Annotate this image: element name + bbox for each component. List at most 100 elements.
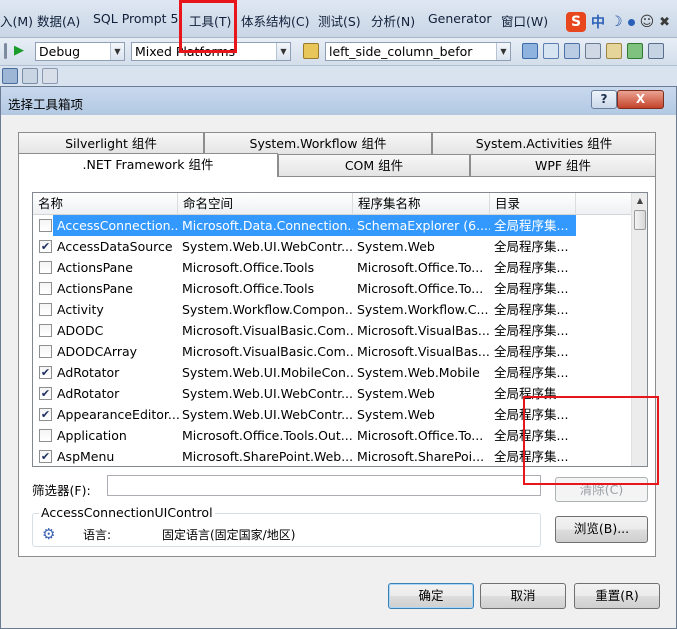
list-item[interactable]: Activity System.Workflow.Compon... System.…	[33, 299, 631, 320]
column-header-directory[interactable]: 目录	[490, 193, 576, 215]
start-debug-icon[interactable]: ▶	[14, 43, 30, 59]
properties-icon[interactable]	[543, 43, 559, 59]
ime-mode-chinese[interactable]: 中	[591, 12, 605, 32]
menu-item-generator[interactable]: Generator	[428, 11, 491, 26]
item-namespace: System.Workflow.Compon...	[182, 302, 353, 317]
toolbox-icon[interactable]	[585, 43, 601, 59]
solution-explorer-icon[interactable]	[522, 43, 538, 59]
item-directory: 全局程序集...	[494, 302, 569, 317]
object-browser-icon[interactable]	[564, 43, 580, 59]
filter-input[interactable]	[107, 475, 541, 496]
menu-item-sql-prompt[interactable]: SQL Prompt 5	[93, 11, 178, 26]
column-header-name[interactable]: 名称	[33, 193, 178, 215]
start-page-icon[interactable]	[648, 43, 664, 59]
item-namespace: Microsoft.Office.Tools	[182, 260, 315, 275]
chevron-down-icon[interactable]: ▼	[276, 43, 290, 60]
item-directory: 全局程序集...	[494, 323, 569, 338]
find-in-files-icon[interactable]	[303, 43, 319, 59]
ok-button[interactable]: 确定	[388, 583, 474, 609]
chevron-down-icon[interactable]: ▼	[110, 43, 124, 60]
item-directory: 全局程序集...	[494, 344, 569, 359]
menu-item-insert[interactable]: 入(M)	[0, 11, 33, 30]
list-item[interactable]: AccessConnection... Microsoft.Data.Connec…	[33, 215, 631, 236]
list-item[interactable]: ActionsPane Microsoft.Office.Tools Microso…	[33, 278, 631, 299]
item-checkbox[interactable]	[39, 219, 52, 232]
solution-config-combo[interactable]: Debug ▼	[35, 42, 125, 61]
item-checkbox[interactable]	[39, 303, 52, 316]
selected-item-info-group: AccessConnectionUIControl ⚙ 语言: 固定语言(固定国…	[32, 505, 541, 547]
list-item[interactable]: ✔ AdRotator System.Web.UI.WebContr... Syste…	[33, 383, 631, 404]
toolbar-icon[interactable]	[22, 68, 38, 84]
clear-button[interactable]: 清除(C)	[555, 477, 648, 502]
list-item[interactable]: ✔ AppearanceEditor... System.Web.UI.WebCon…	[33, 404, 631, 425]
toolbar-grip-icon	[4, 43, 7, 59]
toolbar-icon[interactable]	[42, 68, 58, 84]
menu-bar: 入(M) 数据(A) SQL Prompt 5 工具(T) 体系结构(C) 测试…	[0, 0, 677, 38]
menu-item-data[interactable]: 数据(A)	[37, 11, 80, 30]
tab-system-activities[interactable]: System.Activities 组件	[432, 132, 656, 154]
item-assembly: System.Web.Mobile	[357, 365, 480, 380]
list-item[interactable]: Application Microsoft.Office.Tools.Out...…	[33, 425, 631, 446]
item-checkbox[interactable]: ✔	[39, 387, 52, 400]
emoji-smile-icon[interactable]: ☺	[640, 14, 655, 30]
vertical-scrollbar[interactable]: ▲	[631, 193, 647, 466]
chevron-down-icon[interactable]: ▼	[496, 43, 510, 60]
find-combo[interactable]: left_side_column_befor ▼	[325, 42, 511, 61]
item-namespace: System.Web.UI.WebContr...	[182, 407, 353, 422]
help-button[interactable]: ?	[591, 90, 617, 109]
cancel-button[interactable]: 取消	[480, 583, 566, 609]
half-width-moon-icon[interactable]: ☽	[610, 14, 623, 30]
dialog-titlebar[interactable]: 选择工具箱项 ? X	[1, 87, 676, 115]
menu-item-window[interactable]: 窗口(W)	[501, 11, 548, 30]
component-list[interactable]: 名称 命名空间 程序集名称 目录 AccessConnection... Micr…	[32, 192, 648, 467]
sogou-logo-icon[interactable]: S	[566, 12, 586, 32]
item-checkbox[interactable]: ✔	[39, 450, 52, 463]
close-button[interactable]: X	[617, 90, 664, 109]
menu-item-test[interactable]: 测试(S)	[318, 11, 361, 30]
item-namespace: Microsoft.SharePoint.Web...	[182, 449, 353, 464]
punctuation-dot-icon[interactable]	[627, 18, 635, 26]
tab-wpf[interactable]: WPF 组件	[470, 154, 656, 176]
list-item[interactable]: ✔ AccessDataSource System.Web.UI.WebContr.…	[33, 236, 631, 257]
platform-combo[interactable]: Mixed Platforms ▼	[131, 42, 291, 61]
item-checkbox[interactable]	[39, 345, 52, 358]
tab-com[interactable]: COM 组件	[278, 154, 470, 176]
tab-dotnet-framework[interactable]: .NET Framework 组件	[18, 153, 278, 177]
item-checkbox[interactable]: ✔	[39, 366, 52, 379]
filter-label: 筛选器(F):	[32, 483, 91, 498]
list-item[interactable]: ✔ AdRotator System.Web.UI.MobileCon... Syst…	[33, 362, 631, 383]
menu-item-architecture[interactable]: 体系结构(C)	[241, 11, 309, 30]
item-assembly: Microsoft.Office.To...	[357, 281, 484, 296]
column-header-assembly[interactable]: 程序集名称	[353, 193, 490, 215]
item-directory: 全局程序集...	[494, 449, 569, 464]
scroll-thumb[interactable]	[634, 210, 646, 230]
browse-button[interactable]: 浏览(B)...	[555, 516, 648, 543]
column-header-namespace[interactable]: 命名空间	[178, 193, 353, 215]
item-assembly: Microsoft.Office.To...	[357, 428, 484, 443]
item-namespace: System.Web.UI.WebContr...	[182, 239, 353, 254]
item-checkbox[interactable]: ✔	[39, 240, 52, 253]
wrench-icon[interactable]	[606, 43, 622, 59]
item-namespace: System.Web.UI.WebContr...	[182, 386, 353, 401]
item-assembly: Microsoft.VisualBas...	[357, 344, 490, 359]
extension-manager-icon[interactable]	[627, 43, 643, 59]
item-checkbox[interactable]	[39, 429, 52, 442]
tab-system-workflow[interactable]: System.Workflow 组件	[204, 132, 432, 154]
menu-item-tools[interactable]: 工具(T)	[189, 11, 231, 30]
ime-tools-icon[interactable]: ✖	[659, 15, 670, 30]
reset-button[interactable]: 重置(R)	[574, 583, 660, 609]
menu-item-analyze[interactable]: 分析(N)	[371, 11, 415, 30]
item-checkbox[interactable]	[39, 261, 52, 274]
scroll-up-arrow-icon[interactable]: ▲	[632, 193, 647, 209]
list-rows: AccessConnection... Microsoft.Data.Connec…	[33, 215, 631, 466]
item-checkbox[interactable]	[39, 324, 52, 337]
list-item[interactable]: ✔ AspMenu Microsoft.SharePoint.Web... Micro…	[33, 446, 631, 466]
list-item[interactable]: ADODCArray Microsoft.VisualBasic.Com... Mi…	[33, 341, 631, 362]
item-checkbox[interactable]: ✔	[39, 408, 52, 421]
secondary-toolbar	[0, 66, 677, 86]
item-checkbox[interactable]	[39, 282, 52, 295]
list-item[interactable]: ADODC Microsoft.VisualBasic.Com... Microso…	[33, 320, 631, 341]
tab-silverlight[interactable]: Silverlight 组件	[18, 132, 204, 154]
toolbar-icon[interactable]	[2, 68, 18, 84]
list-item[interactable]: ActionsPane Microsoft.Office.Tools Microso…	[33, 257, 631, 278]
